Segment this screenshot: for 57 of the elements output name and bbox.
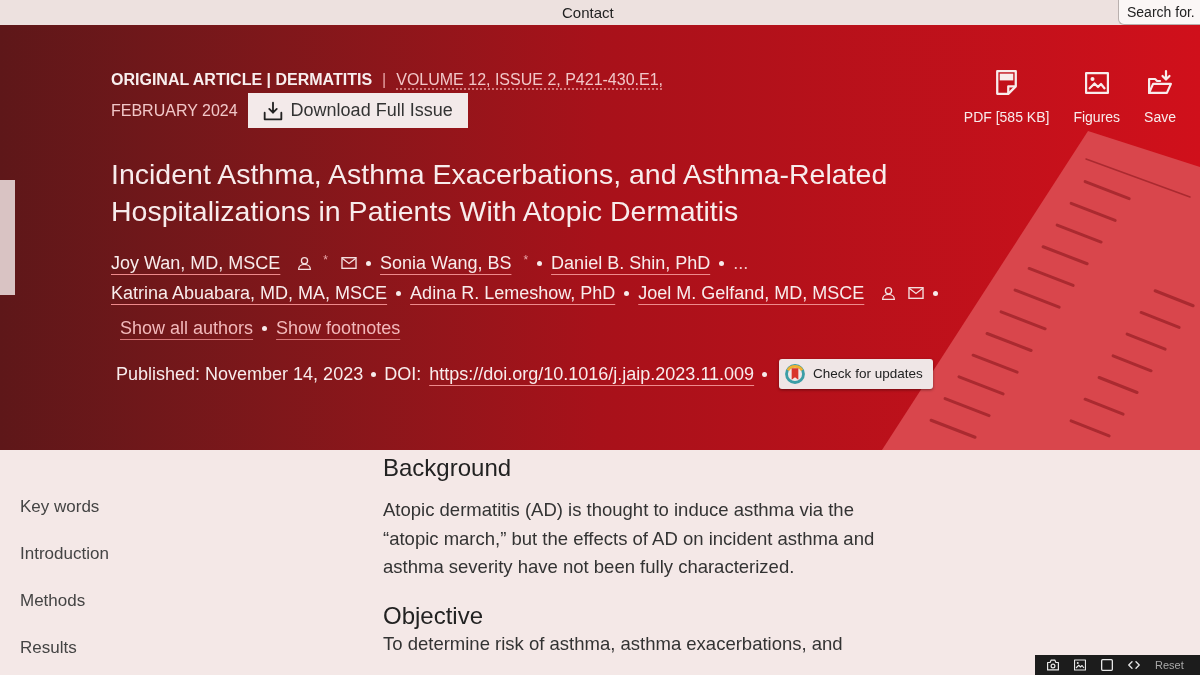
check-updates-button[interactable]: Check for updates	[779, 359, 933, 389]
bullet-icon	[719, 260, 725, 266]
issue-date: FEBRUARY 2024	[111, 100, 238, 121]
mail-icon[interactable]	[341, 257, 358, 269]
code-icon[interactable]	[1128, 659, 1140, 671]
article-title: Incident Asthma, Asthma Exacerbations, and Asthma-Related Hospitalizations in Patients With Atopic Dermatitis	[111, 157, 889, 229]
person-icon[interactable]	[298, 256, 312, 270]
image-icon	[1084, 72, 1109, 94]
author-link[interactable]: Joel M. Gelfand, MD, MSCE	[638, 279, 865, 307]
bullet-icon	[537, 260, 543, 266]
doi-label: DOI:	[384, 362, 422, 386]
footnote-mark[interactable]: *	[323, 254, 329, 266]
bullet-icon	[262, 325, 268, 331]
person-icon[interactable]	[882, 286, 896, 300]
article-category: ORIGINAL ARTICLE | DERMATITIS	[111, 70, 373, 90]
download-icon	[262, 100, 283, 121]
folder-download-icon	[1148, 70, 1173, 94]
document-icon	[996, 70, 1018, 95]
bullet-icon	[933, 290, 939, 296]
square-icon[interactable]	[1101, 659, 1113, 671]
search-field[interactable]: Search for.	[1118, 0, 1200, 25]
doi-link[interactable]: https://doi.org/10.1016/j.jaip.2023.11.009	[429, 360, 755, 388]
section-paragraph: To determine risk of asthma, asthma exacerbations, and	[383, 631, 844, 656]
published-date: Published: November 14, 2023	[116, 362, 364, 386]
section-heading: Objective	[383, 601, 484, 630]
bullet-icon	[762, 371, 768, 377]
sidebar-item[interactable]: Results	[20, 637, 77, 658]
mail-icon[interactable]	[908, 287, 925, 299]
save-link[interactable]: Save	[1144, 70, 1176, 126]
sidebar-item[interactable]: Key words	[20, 496, 100, 517]
bullet-icon	[371, 371, 377, 377]
more-authors-ellipsis[interactable]: ...	[733, 249, 749, 277]
author-link[interactable]: Joy Wan, MD, MSCE	[111, 249, 281, 277]
expand-link[interactable]: Show footnotes	[276, 314, 401, 342]
section-heading: Background	[383, 454, 512, 482]
download-issue-button[interactable]: Download Full Issue	[247, 93, 468, 128]
footnote-mark[interactable]: *	[523, 254, 529, 266]
author-link[interactable]: Adina R. Lemeshow, PhD	[410, 279, 616, 307]
sidebar-item[interactable]: Methods	[20, 590, 86, 611]
section-paragraph: Atopic dermatitis (AD) is thought to induce asthma via the “atopic march,” but the effects of AD on incident asthma and asthma severity have not been fully characterized.	[383, 498, 876, 579]
reset-button[interactable]: Reset	[1155, 658, 1184, 672]
bullet-icon	[624, 290, 630, 296]
image-icon[interactable]	[1074, 659, 1086, 671]
issue-link[interactable]: VOLUME 12, ISSUE 2, P421-430.E1,	[396, 70, 664, 90]
sidebar-item[interactable]: Introduction	[20, 543, 109, 564]
bookmark-ring-icon	[785, 364, 806, 384]
bullet-icon	[396, 290, 402, 296]
author-link[interactable]: Katrina Abuabara, MD, MA, MSCE	[111, 279, 388, 307]
bullet-icon	[366, 260, 372, 266]
camera-icon[interactable]	[1047, 659, 1059, 671]
figures-link[interactable]: Figures	[1073, 70, 1121, 126]
pdf-link[interactable]: PDF [585 KB]	[963, 70, 1050, 126]
meta-divider: |	[382, 70, 387, 90]
expand-link[interactable]: Show all authors	[120, 314, 254, 342]
author-link[interactable]: Daniel B. Shin, PhD	[551, 249, 711, 277]
nav-link[interactable]: Contact	[562, 3, 614, 22]
author-link[interactable]: Sonia Wang, BS	[380, 249, 512, 277]
